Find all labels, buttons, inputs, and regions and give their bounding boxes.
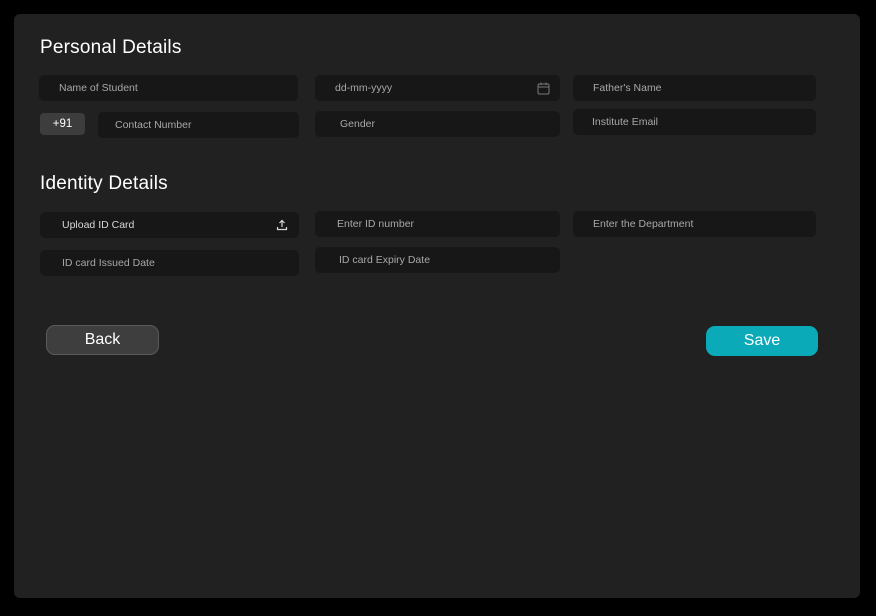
personal-details-title: Personal Details (40, 37, 182, 58)
institute-email-placeholder: Institute Email (592, 116, 658, 128)
save-button[interactable]: Save (706, 326, 818, 356)
identity-details-title: Identity Details (40, 173, 168, 194)
student-name-field[interactable]: Name of Student (39, 75, 298, 101)
country-code-badge[interactable]: +91 (40, 113, 85, 135)
calendar-icon[interactable] (536, 81, 550, 95)
father-name-placeholder: Father's Name (593, 82, 662, 94)
gender-placeholder: Gender (340, 118, 376, 130)
upload-icon[interactable] (275, 218, 289, 232)
date-of-birth-placeholder: dd-mm-yyyy (335, 82, 393, 94)
id-issued-date-placeholder: ID card Issued Date (62, 257, 155, 269)
id-number-field[interactable]: Enter ID number (315, 211, 560, 237)
student-name-placeholder: Name of Student (59, 82, 138, 94)
back-button[interactable]: Back (46, 325, 159, 355)
id-issued-date-field[interactable]: ID card Issued Date (40, 250, 299, 276)
id-number-placeholder: Enter ID number (337, 218, 415, 230)
contact-number-placeholder: Contact Number (115, 119, 192, 131)
upload-id-card-field[interactable]: Upload ID Card (40, 212, 299, 238)
upload-id-card-label: Upload ID Card (62, 219, 135, 231)
id-expiry-date-placeholder: ID card Expiry Date (339, 254, 431, 266)
father-name-field[interactable]: Father's Name (573, 75, 816, 101)
date-of-birth-field[interactable]: dd-mm-yyyy (315, 75, 560, 101)
form-panel (14, 14, 860, 598)
department-field[interactable]: Enter the Department (573, 211, 816, 237)
department-placeholder: Enter the Department (593, 218, 694, 230)
gender-field[interactable]: Gender (315, 111, 560, 137)
id-expiry-date-field[interactable]: ID card Expiry Date (315, 247, 560, 273)
institute-email-field[interactable]: Institute Email (573, 109, 816, 135)
contact-number-field[interactable]: Contact Number (98, 112, 299, 138)
